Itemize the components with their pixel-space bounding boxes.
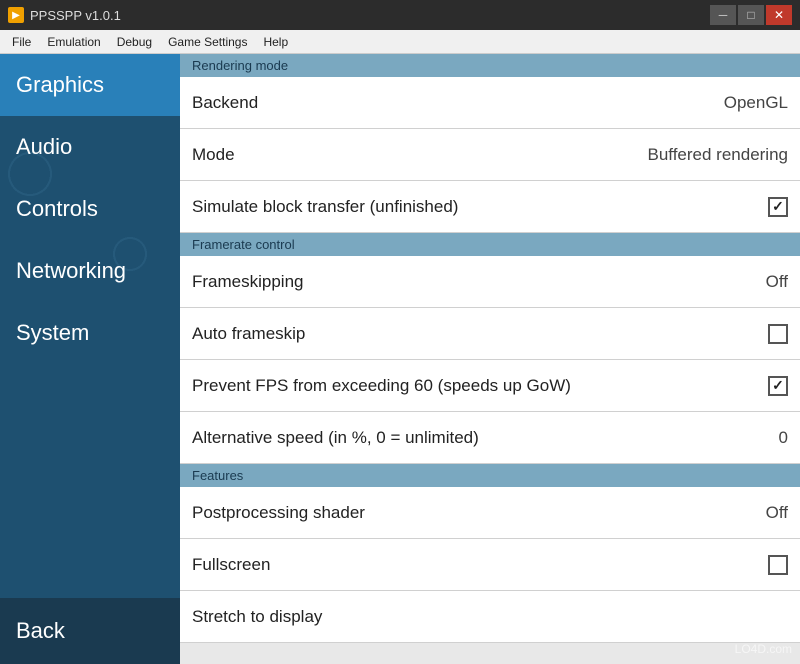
back-button[interactable]: Back [0,598,180,664]
setting-checkbox[interactable] [768,197,788,217]
setting-label: Prevent FPS from exceeding 60 (speeds up… [192,376,768,396]
titlebar-left: ▶ PPSSPP v1.0.1 [8,7,121,23]
menu-item-emulation[interactable]: Emulation [39,33,108,51]
setting-checkbox[interactable] [768,555,788,575]
section-header: Rendering mode [180,54,800,77]
setting-row[interactable]: Fullscreen [180,539,800,591]
watermark: LO4D.com [735,642,792,656]
setting-value: OpenGL [724,93,788,113]
setting-row[interactable]: Auto frameskip [180,308,800,360]
setting-row[interactable]: FrameskippingOff [180,256,800,308]
sidebar-item-controls[interactable]: Controls [0,178,180,240]
section-header: Features [180,464,800,487]
titlebar: ▶ PPSSPP v1.0.1 ─ □ ✕ [0,0,800,30]
close-button[interactable]: ✕ [766,5,792,25]
menu-item-game-settings[interactable]: Game Settings [160,33,255,51]
setting-checkbox[interactable] [768,376,788,396]
menu-item-file[interactable]: File [4,33,39,51]
setting-label: Fullscreen [192,555,768,575]
maximize-button[interactable]: □ [738,5,764,25]
sidebar: GraphicsAudioControlsNetworkingSystem Bac… [0,54,180,664]
setting-label: Backend [192,93,724,113]
setting-checkbox[interactable] [768,324,788,344]
window-controls[interactable]: ─ □ ✕ [710,5,792,25]
menu-item-debug[interactable]: Debug [109,33,160,51]
settings-content[interactable]: Rendering modeBackendOpenGLModeBuffered … [180,54,800,664]
setting-value: Off [758,272,788,292]
setting-label: Mode [192,145,647,165]
setting-label: Stretch to display [192,607,788,627]
setting-row[interactable]: BackendOpenGL [180,77,800,129]
setting-label: Postprocessing shader [192,503,758,523]
sidebar-item-graphics[interactable]: Graphics [0,54,180,116]
sidebar-item-audio[interactable]: Audio [0,116,180,178]
setting-row[interactable]: Stretch to display [180,591,800,643]
section-header: Framerate control [180,233,800,256]
setting-row[interactable]: Postprocessing shaderOff [180,487,800,539]
setting-label: Alternative speed (in %, 0 = unlimited) [192,428,758,448]
window-title: PPSSPP v1.0.1 [30,8,121,23]
setting-value: Off [758,503,788,523]
setting-value: Buffered rendering [647,145,788,165]
sidebar-item-system[interactable]: System [0,302,180,364]
menubar: FileEmulationDebugGame SettingsHelp [0,30,800,54]
setting-value: 0 [758,428,788,448]
app-icon: ▶ [8,7,24,23]
setting-label: Simulate block transfer (unfinished) [192,197,768,217]
setting-row[interactable]: ModeBuffered rendering [180,129,800,181]
setting-row[interactable]: Alternative speed (in %, 0 = unlimited)0 [180,412,800,464]
minimize-button[interactable]: ─ [710,5,736,25]
main-layout: GraphicsAudioControlsNetworkingSystem Bac… [0,54,800,664]
setting-label: Auto frameskip [192,324,768,344]
setting-row[interactable]: Prevent FPS from exceeding 60 (speeds up… [180,360,800,412]
menu-item-help[interactable]: Help [255,33,296,51]
setting-label: Frameskipping [192,272,758,292]
setting-row[interactable]: Simulate block transfer (unfinished) [180,181,800,233]
sidebar-item-networking[interactable]: Networking [0,240,180,302]
